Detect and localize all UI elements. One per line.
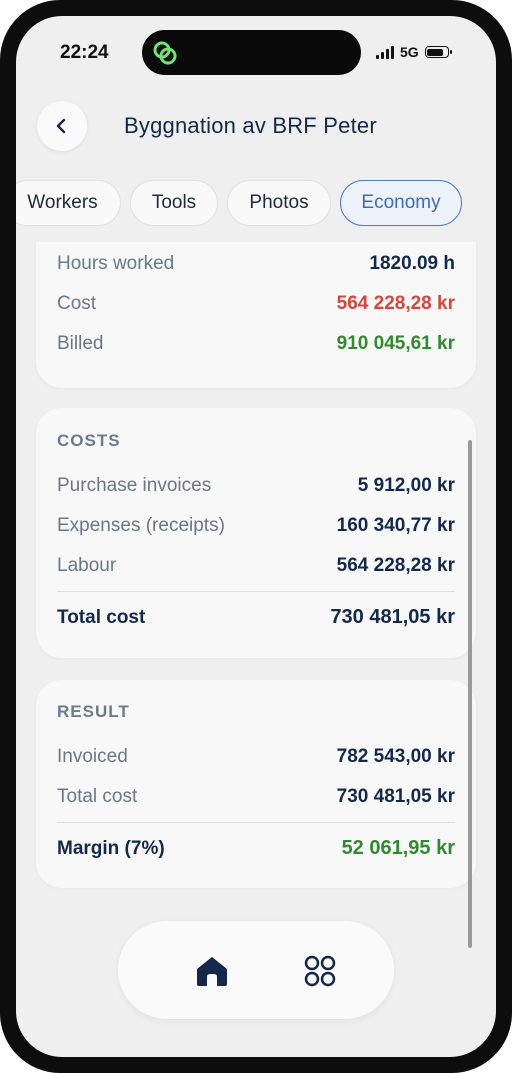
bottom-nav (118, 921, 394, 1019)
page-title: Byggnation av BRF Peter (124, 113, 377, 138)
row-label: Labour (57, 555, 117, 576)
row-value: 910 045,61 kr (336, 333, 455, 354)
tab-economy[interactable]: Economy (340, 180, 462, 226)
apps-grid-icon (304, 955, 336, 987)
summary-row-cost: Cost 564 228,28 kr (57, 293, 455, 315)
row-label: Cost (57, 293, 97, 314)
tab-photos[interactable]: Photos (227, 180, 331, 226)
phone-frame: 22:24 5G Byggnation av BRF Peter Workers… (0, 0, 512, 1073)
tab-workers[interactable]: Workers (16, 180, 121, 226)
margin-label: Margin (7%) (57, 837, 165, 859)
economy-content[interactable]: Hours worked 1820.09 h Cost 564 228,28 k… (16, 242, 496, 947)
screen: 22:24 5G Byggnation av BRF Peter Workers… (16, 16, 496, 1057)
result-row: Invoiced 782 543,00 kr (57, 746, 455, 768)
row-value: 160 340,77 kr (336, 515, 455, 536)
tab-tools[interactable]: Tools (130, 180, 218, 226)
result-row: Total cost 730 481,05 kr (57, 786, 455, 808)
costs-total-row: Total cost 730 481,05 kr (57, 606, 455, 629)
row-value: 1820.09 h (369, 253, 455, 274)
row-label: Purchase invoices (57, 475, 212, 496)
status-indicators: 5G (376, 44, 452, 60)
divider (57, 822, 455, 823)
costs-row: Labour 564 228,28 kr (57, 555, 455, 577)
costs-row: Expenses (receipts) 160 340,77 kr (57, 515, 455, 537)
row-value: 730 481,05 kr (336, 786, 455, 807)
row-value: 782 543,00 kr (336, 746, 455, 767)
status-time: 22:24 (60, 42, 109, 63)
row-label: Billed (57, 333, 104, 354)
row-label: Total cost (57, 786, 138, 807)
chevron-left-icon (56, 118, 66, 134)
scrollbar[interactable] (468, 440, 472, 948)
battery-icon (424, 46, 452, 58)
section-heading-costs: COSTS (57, 431, 121, 450)
result-card: RESULT Invoiced 782 543,00 kr Total cost… (36, 680, 476, 888)
tab-bar: Workers Tools Photos Economy (16, 180, 496, 228)
summary-card: Hours worked 1820.09 h Cost 564 228,28 k… (36, 242, 476, 388)
row-value: 5 912,00 kr (357, 475, 455, 496)
dynamic-island (142, 30, 361, 75)
row-label: Expenses (receipts) (57, 515, 225, 536)
app-logo-icon (153, 41, 177, 65)
margin-row: Margin (7%) 52 061,95 kr (57, 837, 455, 860)
row-value: 564 228,28 kr (336, 555, 455, 576)
costs-row: Purchase invoices 5 912,00 kr (57, 475, 455, 497)
total-value: 730 481,05 kr (330, 606, 455, 628)
summary-row-hours: Hours worked 1820.09 h (57, 253, 455, 275)
network-type: 5G (400, 44, 419, 60)
costs-card: COSTS Purchase invoices 5 912,00 kr Expe… (36, 408, 476, 658)
signal-icon (376, 45, 394, 59)
summary-row-billed: Billed 910 045,61 kr (57, 333, 455, 355)
divider (57, 591, 455, 592)
row-value: 564 228,28 kr (336, 293, 455, 314)
section-heading-result: RESULT (57, 702, 130, 721)
total-label: Total cost (57, 606, 146, 628)
margin-value: 52 061,95 kr (341, 837, 455, 859)
home-icon (197, 957, 227, 986)
row-label: Invoiced (57, 746, 128, 767)
nav-apps-button[interactable] (300, 951, 340, 991)
nav-home-button[interactable] (192, 951, 232, 991)
row-label: Hours worked (57, 253, 175, 274)
back-button[interactable] (37, 101, 87, 151)
